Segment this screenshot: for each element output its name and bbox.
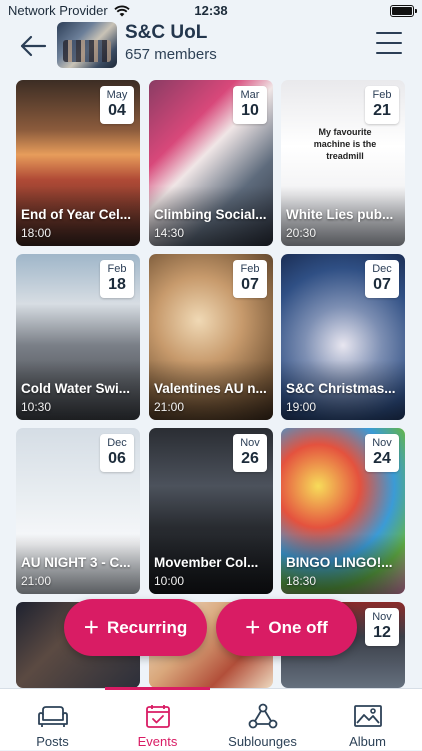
event-title: End of Year Cel... (21, 207, 132, 222)
date-badge: Feb 18 (100, 260, 134, 298)
event-title: White Lies pub... (286, 207, 394, 222)
event-card[interactable]: My favourite machine is the treadmill Fe… (281, 80, 405, 246)
arrow-left-icon (20, 35, 47, 57)
tab-label: Album (349, 734, 386, 749)
image-icon (353, 705, 382, 727)
event-month: Nov (372, 437, 392, 449)
event-day: 10 (241, 102, 259, 119)
event-day: 07 (373, 276, 391, 293)
event-month: Feb (107, 263, 127, 275)
tab-label: Events (137, 734, 178, 749)
group-header: S&C UoL 657 members (0, 22, 422, 70)
date-badge: Dec 07 (365, 260, 399, 298)
event-title: S&C Christmas... (286, 381, 396, 396)
event-time: 21:00 (154, 400, 185, 414)
sofa-icon (37, 706, 68, 727)
event-title: Valentines AU n... (154, 381, 267, 396)
date-badge: Nov 26 (233, 434, 267, 472)
event-title: Climbing Social... (154, 207, 267, 222)
tab-events[interactable]: Events (105, 687, 210, 751)
date-badge: Nov 24 (365, 434, 399, 472)
tab-posts[interactable]: Posts (0, 689, 105, 751)
event-day: 07 (241, 276, 259, 293)
date-badge: Dec 06 (100, 434, 134, 472)
status-time: 12:38 (194, 3, 228, 18)
network-icon (248, 703, 277, 729)
event-card[interactable]: Feb 18 Cold Water Swi... 10:30 (16, 254, 140, 420)
event-card[interactable]: May 04 End of Year Cel... 18:00 (16, 80, 140, 246)
battery-icon (390, 5, 417, 17)
back-button[interactable] (18, 32, 48, 60)
date-badge: Feb 21 (365, 86, 399, 124)
event-card[interactable]: Nov 26 Movember Col... 10:00 (149, 428, 273, 594)
date-badge: May 04 (100, 86, 134, 124)
calendar-check-icon (145, 705, 170, 728)
event-title: BINGO LINGO!... (286, 555, 393, 570)
menu-icon-line (376, 52, 402, 54)
one-off-event-button[interactable]: + One off (216, 599, 357, 656)
tshirt-print-text: My favourite machine is the treadmill (313, 127, 377, 161)
menu-icon-line (376, 32, 402, 34)
event-card[interactable]: Mar 10 Climbing Social... 14:30 (149, 80, 273, 246)
event-time: 14:30 (154, 226, 185, 240)
group-avatar[interactable] (57, 22, 117, 68)
tab-album[interactable]: Album (315, 689, 420, 751)
event-title: Cold Water Swi... (21, 381, 131, 396)
recurring-label: Recurring (106, 617, 188, 637)
event-time: 21:00 (21, 574, 52, 588)
tab-label: Sublounges (228, 734, 297, 749)
event-day: 26 (241, 450, 259, 467)
event-time: 10:30 (21, 400, 52, 414)
event-day: 21 (373, 102, 391, 119)
plus-icon: + (83, 611, 99, 642)
event-day: 24 (373, 450, 391, 467)
event-month: Dec (107, 437, 127, 449)
recurring-event-button[interactable]: + Recurring (64, 599, 207, 656)
event-month: Dec (372, 263, 392, 275)
tab-sublounges[interactable]: Sublounges (210, 689, 315, 751)
event-day: 06 (108, 450, 126, 467)
event-month: Mar (240, 89, 260, 101)
event-time: 20:30 (286, 226, 317, 240)
event-month: Nov (240, 437, 260, 449)
event-day: 04 (108, 102, 126, 119)
group-member-count[interactable]: 657 members (125, 46, 217, 63)
event-month: May (106, 89, 128, 101)
menu-button[interactable] (376, 32, 402, 54)
event-month: Feb (372, 89, 392, 101)
date-badge: Feb 07 (233, 260, 267, 298)
event-month: Feb (240, 263, 260, 275)
event-card[interactable]: Dec 06 AU NIGHT 3 - C... 21:00 (16, 428, 140, 594)
create-event-actions: + Recurring + One off (0, 599, 422, 657)
event-time: 19:00 (286, 400, 317, 414)
event-time: 18:00 (21, 226, 52, 240)
event-title: Movember Col... (154, 555, 259, 570)
plus-icon: + (245, 611, 261, 642)
group-name[interactable]: S&C UoL (125, 22, 207, 44)
bottom-tab-bar: Posts Events Sublounges Album (0, 687, 422, 751)
event-card[interactable]: Feb 07 Valentines AU n... 21:00 (149, 254, 273, 420)
tab-label: Posts (36, 734, 69, 749)
one-off-label: One off (268, 617, 328, 637)
status-bar: Network Provider 12:38 (0, 0, 422, 22)
event-card[interactable]: Nov 24 BINGO LINGO!... 18:30 (281, 428, 405, 594)
event-day: 18 (108, 276, 126, 293)
menu-icon-line (376, 42, 402, 44)
event-time: 10:00 (154, 574, 185, 588)
event-time: 18:30 (286, 574, 317, 588)
date-badge: Mar 10 (233, 86, 267, 124)
event-title: AU NIGHT 3 - C... (21, 555, 131, 570)
event-card[interactable]: Dec 07 S&C Christmas... 19:00 (281, 254, 405, 420)
